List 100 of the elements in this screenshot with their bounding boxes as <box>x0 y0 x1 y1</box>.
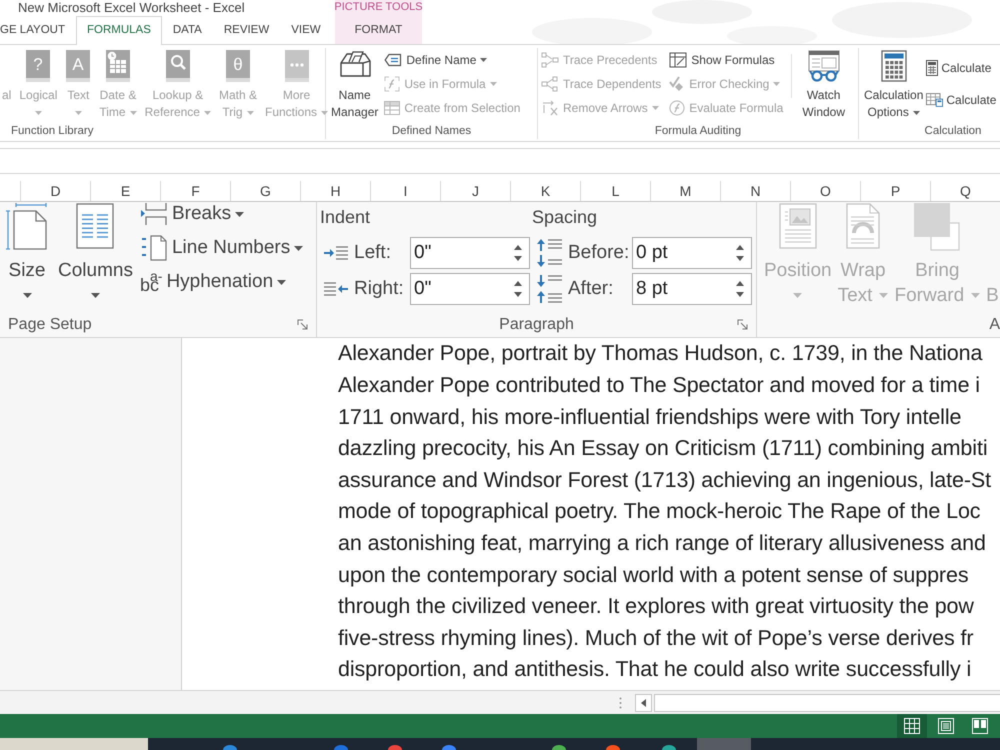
section-heading: Indent <box>320 206 370 229</box>
column-header[interactable]: D <box>20 181 90 201</box>
calculate-now-button[interactable]: Calculate <box>926 56 992 80</box>
magnifier-book-icon <box>164 50 191 82</box>
column-header[interactable]: N <box>720 181 790 201</box>
column-header[interactable]: I <box>370 181 440 201</box>
dialog-launcher-icon[interactable] <box>297 319 309 331</box>
column-header[interactable]: O <box>790 181 860 201</box>
name-tag-icon <box>384 53 402 67</box>
field-label: Before: <box>568 240 630 265</box>
calculation-options-button[interactable]: Calculation Options <box>862 48 926 121</box>
size-button[interactable]: Size <box>3 202 51 308</box>
dialog-launcher-icon[interactable] <box>737 319 749 331</box>
app-icon[interactable] <box>606 745 620 750</box>
spin-down-icon[interactable] <box>736 256 744 261</box>
connected-boxes-icon <box>541 76 559 92</box>
group-label: Function Library <box>11 124 94 139</box>
breaks-button[interactable]: Breaks <box>140 202 244 226</box>
indent-right-icon <box>323 281 349 297</box>
calculator-icon <box>926 60 938 76</box>
watch-window-button[interactable]: Watch Window <box>800 48 848 121</box>
name-manager-button[interactable]: Name Manager <box>329 48 380 121</box>
app-icon[interactable] <box>334 745 348 750</box>
group-label: Defined Names <box>392 124 472 139</box>
line-numbers-icon <box>140 235 168 261</box>
spin-up-icon[interactable] <box>736 281 744 286</box>
ellipsis-book-icon <box>284 50 310 82</box>
column-header[interactable]: L <box>580 181 650 201</box>
ribbon-tab[interactable]: REVIEW <box>212 16 280 44</box>
sheet-calculator-icon <box>926 93 944 107</box>
connected-boxes-icon <box>541 52 559 68</box>
spin-down-icon[interactable] <box>736 292 744 297</box>
page-break-icon <box>140 202 168 226</box>
app-icon[interactable] <box>662 745 676 750</box>
group-label: Formula Auditing <box>654 124 742 139</box>
columns-button[interactable]: Columns <box>55 202 136 308</box>
body-paragraph: Alexander Pope contributed to The Spectator and moved for a time i 1711 onward, his more-influential friendships were with Tory intelle dazzling precocity, his An Essay on Criticism (1711) combining ambiti assurance and Windsor Forest (1713) achieving an ingenious, late-St mode of topographical poetry. The mock-heroic The Rape of the Loc an astonishing feat, marrying a rich range of literary allusiveness and upon the contemporary social world with a potent sense of suppres through the civilized veneer. It explores with great virtuosity the pow five-stress rhyming lines). Much of the wit of Pope’s verse derives fr disproportion, and antithesis. That he could also write successfully i <box>338 372 991 684</box>
group-label: Calculation <box>924 124 982 139</box>
scrollbar-thumb[interactable] <box>654 694 1000 712</box>
spacing-after-icon <box>535 274 563 304</box>
grid-icon <box>904 718 920 734</box>
glasses-window-icon <box>808 50 840 82</box>
formula-icon <box>384 76 400 92</box>
column-header[interactable]: E <box>90 181 160 201</box>
splitter-handle-icon[interactable] <box>619 696 622 708</box>
ribbon-tab[interactable]: VIEW <box>280 16 332 44</box>
app-icon[interactable] <box>223 745 237 750</box>
group-label: A <box>989 315 1000 335</box>
app-icon[interactable] <box>388 745 402 750</box>
page-icon <box>938 718 954 734</box>
column-header[interactable]: P <box>860 181 930 201</box>
section-heading: Spacing <box>532 206 598 229</box>
spin-field[interactable]: 0" <box>410 273 530 305</box>
app-icon[interactable] <box>552 745 566 750</box>
column-header[interactable]: Q <box>930 181 1000 201</box>
calculate-sheet-button[interactable]: Calculate <box>926 88 996 112</box>
image-caption: Alexander Pope, portrait by Thomas Hudson, c. 1739, in the Nationa <box>338 340 982 366</box>
field-label: Left: <box>354 240 391 265</box>
spin-up-icon[interactable] <box>514 281 522 286</box>
column-header[interactable]: F <box>160 181 230 201</box>
scroll-left-button[interactable] <box>635 694 652 712</box>
calculator-icon <box>880 50 907 82</box>
spacing-before-icon <box>535 238 563 268</box>
calendar-book-icon <box>104 50 131 82</box>
field-label: Right: <box>354 276 404 301</box>
hyphenation-button[interactable]: bc$^{a-}$ Hyphenation <box>140 270 286 294</box>
spin-field[interactable]: 0" <box>410 237 530 269</box>
app-icon[interactable] <box>442 745 456 750</box>
ribbon-tab[interactable]: FORMAT <box>340 16 418 44</box>
window-title: New Microsoft Excel Worksheet - Excel <box>18 0 245 16</box>
split-page-icon <box>972 718 988 734</box>
card-box-icon <box>338 50 372 78</box>
show-formulas-button[interactable]: Show Formulas <box>669 48 775 72</box>
ribbon-tab[interactable]: FORMULAS <box>76 16 162 45</box>
column-header[interactable]: H <box>300 181 370 201</box>
indent-left-icon <box>323 245 349 261</box>
column-header[interactable]: G <box>230 181 300 201</box>
table-slash-icon <box>669 52 688 68</box>
spin-field[interactable]: 0 pt <box>632 237 752 269</box>
column-header[interactable]: K <box>510 181 580 201</box>
line-numbers-button[interactable]: Line Numbers <box>140 236 304 260</box>
define-name-button[interactable]: Define Name <box>384 48 488 72</box>
table-icon <box>384 101 400 115</box>
contextual-tab-label: PICTURE TOOLS <box>334 0 423 15</box>
left-arrow-icon <box>641 698 646 706</box>
field-label: After: <box>568 276 614 301</box>
spin-field[interactable]: 8 pt <box>632 273 752 305</box>
check-mark-icon <box>669 76 686 92</box>
group-label: Paragraph <box>499 315 574 335</box>
column-header[interactable]: J <box>440 181 510 201</box>
remove-arrows-icon <box>541 100 559 116</box>
ribbon-tab[interactable]: DATA <box>162 16 213 44</box>
column-header[interactable]: M <box>650 181 720 201</box>
spin-up-icon[interactable] <box>736 245 744 250</box>
ribbon-tab[interactable]: GE LAYOUT <box>0 16 76 44</box>
spin-down-icon[interactable] <box>514 292 522 297</box>
normal-view-button[interactable] <box>897 714 927 738</box>
spin-up-icon[interactable] <box>514 245 522 250</box>
group-label: Page Setup <box>8 315 92 335</box>
spin-down-icon[interactable] <box>514 256 522 261</box>
